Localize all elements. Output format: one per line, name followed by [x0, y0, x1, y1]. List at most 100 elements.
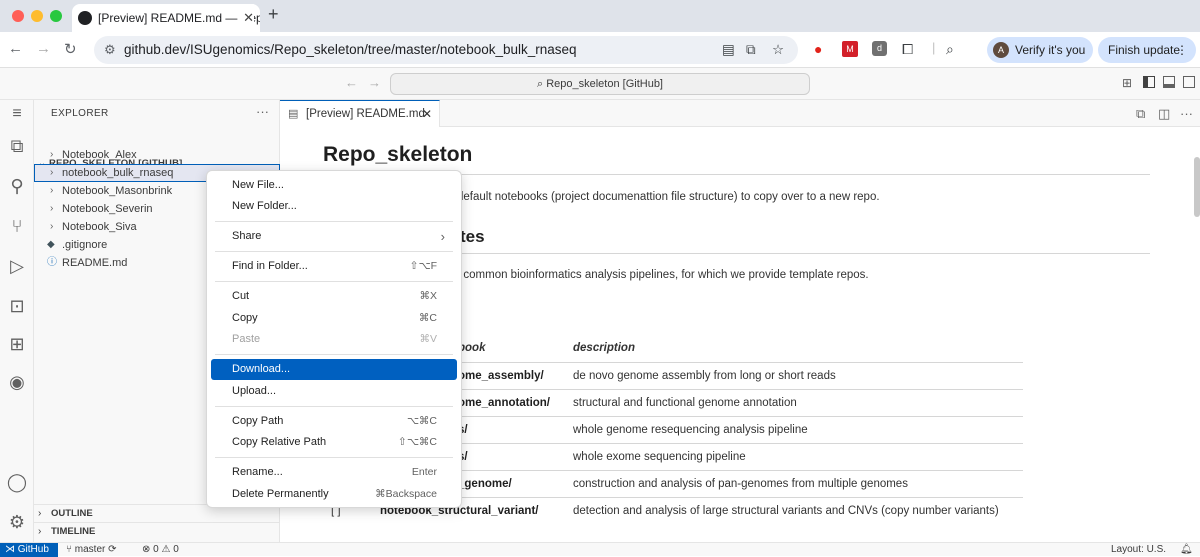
- install-app-icon[interactable]: ⧉: [746, 36, 756, 64]
- explorer-icon[interactable]: ⧉: [5, 134, 29, 158]
- remote-indicator[interactable]: ⋊ GitHub: [0, 543, 58, 557]
- menu-item-label: Delete Permanently: [232, 488, 329, 500]
- accounts-icon[interactable]: ◯: [5, 470, 29, 494]
- pipelines-paragraph: f common bioinformatics analysis pipelin…: [457, 269, 869, 281]
- menu-shortcut: ⌘C: [418, 312, 437, 324]
- notebook-link[interactable]: _genome/: [458, 478, 512, 490]
- tree-item-label: Notebook_Masonbrink: [62, 185, 173, 197]
- nav-forward-icon[interactable]: →: [368, 75, 381, 90]
- github-view-icon[interactable]: ◉: [5, 370, 29, 394]
- problems-indicator[interactable]: ⊗ 0 ⚠ 0: [142, 543, 179, 556]
- branch-label: master: [74, 544, 106, 555]
- customize-layout-icon[interactable]: ⊞: [1122, 76, 1132, 90]
- tree-item-notebook-alex[interactable]: › Notebook_Alex: [34, 146, 280, 164]
- branch-indicator[interactable]: ⑂ master ⟳: [66, 543, 117, 556]
- column-header-description: description: [573, 342, 635, 354]
- forward-icon[interactable]: →: [36, 40, 51, 57]
- tab-readme-preview[interactable]: ▤ [Preview] README.md ✕: [280, 100, 440, 127]
- mendeley-extension-icon[interactable]: M: [842, 41, 858, 57]
- explorer-more-icon[interactable]: ···: [256, 104, 269, 119]
- branch-icon: ⑂: [66, 544, 75, 555]
- sync-icon[interactable]: ⟳: [105, 544, 116, 555]
- row-description: construction and analysis of pan-genomes…: [573, 478, 908, 490]
- clipboard-icon[interactable]: ▤: [722, 36, 735, 64]
- menu-item-copy-path[interactable]: Copy Path ⌥⌘C: [211, 411, 457, 432]
- d-extension-icon[interactable]: d: [872, 41, 887, 56]
- close-window-button[interactable]: [12, 10, 24, 22]
- keyboard-layout[interactable]: Layout: U.S.: [1111, 543, 1166, 556]
- browser-tab-title: [Preview] README.md — Repo: [98, 11, 260, 25]
- menu-item-copy-relative-path[interactable]: Copy Relative Path ⇧⌥⌘C: [211, 432, 457, 453]
- menu-item-copy[interactable]: Copy ⌘C: [211, 308, 457, 329]
- bookmark-star-icon[interactable]: ☆: [772, 36, 784, 64]
- more-actions-icon[interactable]: ···: [1180, 106, 1193, 121]
- timeline-label: TIMELINE: [51, 526, 96, 537]
- timeline-section[interactable]: › TIMELINE: [34, 522, 280, 540]
- notebook-link[interactable]: ome_assembly/: [458, 370, 544, 382]
- site-info-icon[interactable]: ⚙: [104, 36, 116, 64]
- chevron-right-icon: ›: [38, 508, 42, 519]
- menu-item-cut[interactable]: Cut ⌘X: [211, 286, 457, 307]
- menu-item-label: New File...: [232, 179, 284, 191]
- menu-item-upload[interactable]: Upload...: [211, 381, 457, 402]
- run-debug-icon[interactable]: ▷: [5, 254, 29, 278]
- open-source-icon[interactable]: ⧉: [1136, 106, 1145, 122]
- remote-explorer-icon[interactable]: ⊡: [5, 294, 29, 318]
- menu-item-rename[interactable]: Rename... Enter: [211, 462, 457, 483]
- notebook-link[interactable]: ome_annotation/: [458, 397, 550, 409]
- menu-icon[interactable]: ≡: [5, 102, 29, 126]
- menu-item-delete-permanently[interactable]: Delete Permanently ⌘Backspace: [211, 484, 457, 505]
- avatar: A: [993, 42, 1009, 58]
- finish-update-button[interactable]: Finish update ⋮: [1098, 37, 1196, 63]
- status-bar: ⋊ GitHub ⑂ master ⟳ ⊗ 0 ⚠ 0 Layout: U.S.…: [0, 542, 1200, 557]
- search-view-icon[interactable]: ⚲: [5, 174, 29, 198]
- split-editor-icon[interactable]: ◫: [1158, 106, 1170, 122]
- reload-icon[interactable]: ↻: [64, 40, 77, 58]
- zoom-window-button[interactable]: [50, 10, 62, 22]
- settings-gear-icon[interactable]: ⚙: [5, 510, 29, 534]
- source-control-icon[interactable]: ⑂: [5, 214, 29, 238]
- verify-label: Verify it's you: [1015, 43, 1086, 57]
- menu-item-paste: Paste ⌘V: [211, 329, 457, 350]
- menu-separator: [215, 251, 453, 252]
- verify-identity-button[interactable]: A Verify it's you: [987, 37, 1093, 63]
- section-heading: tes: [460, 227, 485, 246]
- menu-item-new-file[interactable]: New File...: [211, 175, 457, 196]
- close-icon[interactable]: ✕: [422, 101, 432, 127]
- nav-back-icon[interactable]: ←: [345, 75, 358, 90]
- extensions-icon[interactable]: ⊞: [5, 332, 29, 356]
- scrollbar-thumb[interactable]: [1194, 157, 1200, 217]
- github-icon: [78, 11, 92, 25]
- menu-item-share[interactable]: Share ›: [211, 226, 457, 247]
- tree-item-label: Notebook_Siva: [62, 221, 137, 233]
- menu-shortcut: ⇧⌥F: [409, 260, 437, 272]
- warning-icon: ⚠: [158, 544, 174, 555]
- command-center[interactable]: ⌕ Repo_skeleton [GitHub]: [390, 73, 810, 95]
- menu-item-new-folder[interactable]: New Folder...: [211, 196, 457, 217]
- minimize-window-button[interactable]: [31, 10, 43, 22]
- preview-title: Repo_skeleton: [323, 143, 473, 166]
- kebab-menu-icon[interactable]: ⋮: [1176, 37, 1188, 63]
- finish-update-label: Finish update: [1108, 43, 1181, 57]
- opera-extension-icon[interactable]: ●: [814, 41, 822, 57]
- search-icon: ⌕: [536, 78, 547, 90]
- menu-item-download[interactable]: Download...: [211, 359, 457, 380]
- chevron-right-icon: ›: [38, 526, 42, 537]
- chevron-right-icon: ›: [50, 203, 54, 214]
- toolbar-divider: |: [932, 40, 936, 55]
- menu-item-find-in-folder[interactable]: Find in Folder... ⇧⌥F: [211, 256, 457, 277]
- toggle-panel-icon[interactable]: [1163, 76, 1175, 88]
- search-tab-icon[interactable]: ⌕: [946, 41, 954, 58]
- new-tab-button[interactable]: +: [268, 4, 279, 25]
- bell-icon[interactable]: 🔔︎: [1180, 543, 1193, 556]
- address-bar[interactable]: ⚙ github.dev/ISUgenomics/Repo_skeleton/t…: [94, 36, 798, 64]
- editor-scrollbar[interactable]: [1194, 127, 1200, 542]
- browser-tab[interactable]: [Preview] README.md — Repo ✕: [72, 4, 260, 32]
- close-tab-icon[interactable]: ✕: [239, 4, 254, 32]
- menu-item-label: Download...: [232, 363, 291, 375]
- toggle-secondary-sidebar-icon[interactable]: [1183, 76, 1195, 88]
- chevron-right-icon: ›: [50, 149, 54, 160]
- extensions-puzzle-icon[interactable]: ⧠: [902, 41, 913, 58]
- toggle-sidebar-icon[interactable]: [1143, 76, 1155, 88]
- back-icon[interactable]: ←: [8, 40, 23, 57]
